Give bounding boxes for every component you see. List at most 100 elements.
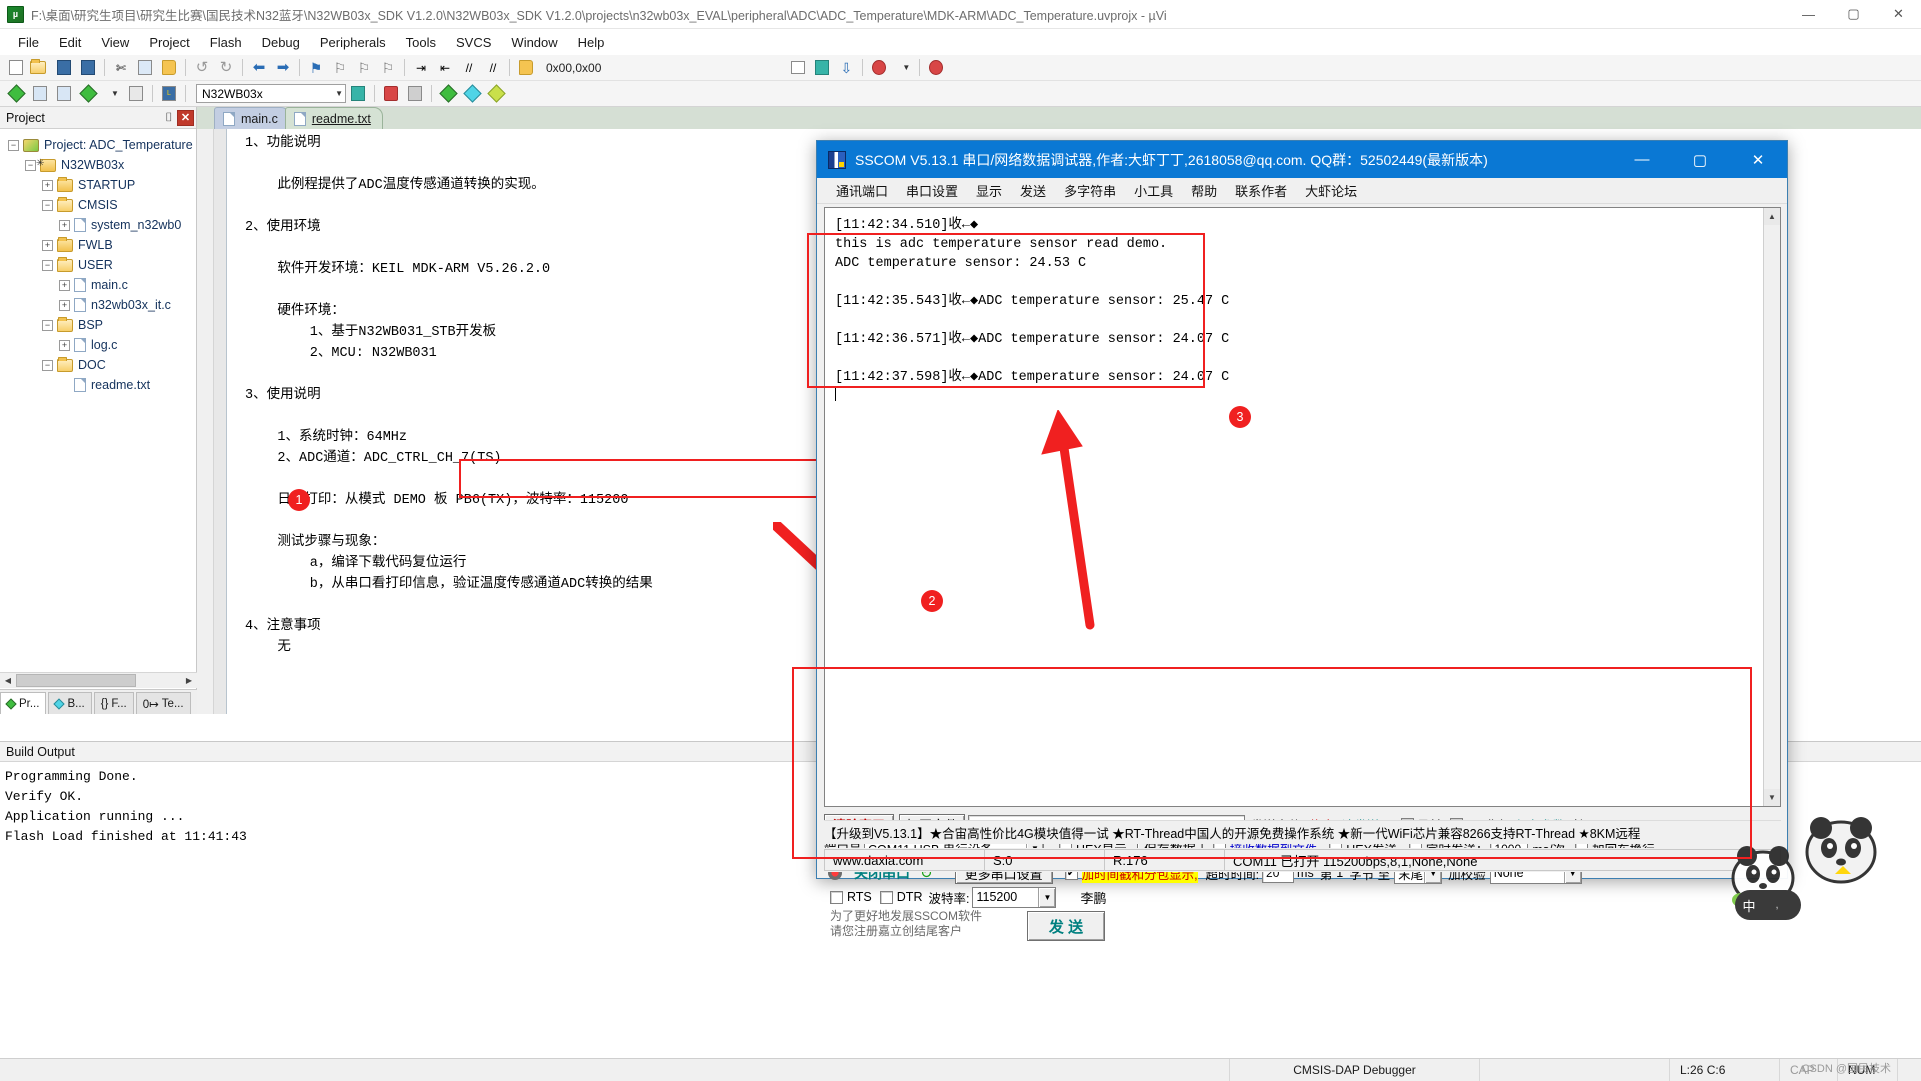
- keil-maximize-button[interactable]: ▢: [1831, 0, 1876, 29]
- sscom-menu-tools[interactable]: 小工具: [1125, 179, 1182, 202]
- tree-item[interactable]: + n32wb03x_it.c: [0, 295, 196, 315]
- scroll-right-icon[interactable]: ▶: [181, 673, 197, 688]
- uncomment-icon[interactable]: //: [482, 57, 504, 78]
- sscom-minimize-button[interactable]: —: [1613, 141, 1671, 178]
- sscom-menu-comm-port[interactable]: 通讯端口: [827, 179, 897, 202]
- new-file-icon[interactable]: [5, 57, 27, 78]
- baud-select[interactable]: 115200 ▼: [972, 886, 1057, 908]
- save-all-icon[interactable]: [77, 57, 99, 78]
- status-website[interactable]: www.daxia.com: [824, 849, 984, 871]
- debug-start-icon[interactable]: [868, 57, 890, 78]
- configure-icon[interactable]: [811, 57, 833, 78]
- menu-help[interactable]: Help: [568, 32, 615, 53]
- undo-icon[interactable]: ↺: [191, 57, 213, 78]
- debug-dropdown-icon[interactable]: ▼: [892, 57, 914, 78]
- collapse-icon[interactable]: −: [42, 319, 53, 331]
- expand-icon[interactable]: +: [59, 299, 70, 311]
- menu-debug[interactable]: Debug: [252, 32, 310, 53]
- expand-icon[interactable]: +: [42, 179, 53, 191]
- menu-file[interactable]: File: [8, 32, 49, 53]
- tree-item[interactable]: + FWLB: [0, 235, 196, 255]
- tree-item[interactable]: − Project: ADC_Temperature: [0, 135, 196, 155]
- panel-tab-templates[interactable]: 0↦ Te...: [135, 692, 191, 714]
- bookmark-prev-icon[interactable]: ⚐: [329, 57, 351, 78]
- sscom-terminal[interactable]: [11:42:34.510]收←◆ this is adc temperature…: [807, 207, 1781, 807]
- menu-peripherals[interactable]: Peripherals: [310, 32, 396, 53]
- rebuild-icon[interactable]: [53, 83, 75, 104]
- collapse-icon[interactable]: −: [8, 139, 19, 151]
- project-diamond-icon[interactable]: [437, 83, 459, 104]
- tree-item[interactable]: readme.txt: [0, 375, 196, 395]
- bookmark-toggle-icon[interactable]: ⚑: [305, 57, 327, 78]
- redo-icon[interactable]: ↻: [215, 57, 237, 78]
- scroll-thumb[interactable]: [16, 674, 136, 687]
- tree-item[interactable]: + system_n32wb0: [0, 215, 196, 235]
- sscom-menu-multi-string[interactable]: 多字符串: [1055, 179, 1125, 202]
- target-options-icon[interactable]: [347, 83, 369, 104]
- tree-item[interactable]: + log.c: [0, 335, 196, 355]
- batch-build-icon[interactable]: [77, 83, 99, 104]
- target-select[interactable]: N32WB03x ▼: [196, 84, 346, 103]
- breakpoint-icon[interactable]: [925, 57, 947, 78]
- sscom-menu-send[interactable]: 发送: [1011, 179, 1055, 202]
- editor-tab-main-c[interactable]: main.c: [214, 107, 290, 129]
- menu-edit[interactable]: Edit: [49, 32, 91, 53]
- close-icon[interactable]: ✕: [177, 109, 194, 126]
- project-horizontal-scrollbar[interactable]: ◀ ▶: [0, 672, 197, 688]
- dropdown-icon[interactable]: [787, 57, 809, 78]
- pin-icon[interactable]: ⌷: [161, 110, 177, 126]
- collapse-icon[interactable]: −: [42, 359, 53, 371]
- menu-tools[interactable]: Tools: [396, 32, 446, 53]
- panel-tab-project[interactable]: Pr...: [0, 692, 47, 714]
- memory-window-icon[interactable]: [515, 57, 537, 78]
- indent-icon[interactable]: ⇥: [410, 57, 432, 78]
- project-tree[interactable]: −Project: ADC_Temperature−N32WB03x+START…: [0, 129, 196, 689]
- collapse-icon[interactable]: −: [42, 259, 53, 271]
- chevron-down-icon[interactable]: ▼: [1038, 887, 1056, 907]
- sscom-terminal-scrollbar[interactable]: ▲ ▼: [1763, 208, 1780, 806]
- tree-item[interactable]: + main.c: [0, 275, 196, 295]
- menu-svcs[interactable]: SVCS: [446, 32, 501, 53]
- tree-item[interactable]: − BSP: [0, 315, 196, 335]
- menu-window[interactable]: Window: [501, 32, 567, 53]
- cut-icon[interactable]: ✄: [110, 57, 132, 78]
- ime-lang[interactable]: 中: [1735, 896, 1763, 915]
- sscom-menu-display[interactable]: 显示: [967, 179, 1011, 202]
- expand-icon[interactable]: +: [42, 239, 53, 251]
- scroll-left-icon[interactable]: ◀: [0, 673, 16, 688]
- functions-diamond-icon[interactable]: [485, 83, 507, 104]
- sscom-close-button[interactable]: ✕: [1729, 141, 1787, 178]
- collapse-icon[interactable]: −: [25, 159, 36, 171]
- paste-icon[interactable]: [158, 57, 180, 78]
- navigate-back-icon[interactable]: ⬅: [248, 57, 270, 78]
- sscom-menu-contact-author[interactable]: 联系作者: [1226, 179, 1296, 202]
- menu-view[interactable]: View: [91, 32, 139, 53]
- menu-flash[interactable]: Flash: [200, 32, 252, 53]
- download-icon[interactable]: ⇩: [835, 57, 857, 78]
- comment-icon[interactable]: //: [458, 57, 480, 78]
- tree-item[interactable]: − DOC: [0, 355, 196, 375]
- stop-build-icon[interactable]: [125, 83, 147, 104]
- keil-minimize-button[interactable]: —: [1786, 0, 1831, 29]
- copy-icon[interactable]: [134, 57, 156, 78]
- tree-item[interactable]: − N32WB03x: [0, 155, 196, 175]
- scroll-up-icon[interactable]: ▲: [1764, 208, 1780, 225]
- manage-components-icon[interactable]: [380, 83, 402, 104]
- pack-installer-icon[interactable]: [404, 83, 426, 104]
- sscom-menu-help[interactable]: 帮助: [1182, 179, 1226, 202]
- tree-item[interactable]: − USER: [0, 255, 196, 275]
- save-icon[interactable]: [53, 57, 75, 78]
- build-icon[interactable]: [29, 83, 51, 104]
- tree-item[interactable]: − CMSIS: [0, 195, 196, 215]
- bookmark-next-icon[interactable]: ⚐: [353, 57, 375, 78]
- menu-project[interactable]: Project: [139, 32, 199, 53]
- books-diamond-icon[interactable]: [461, 83, 483, 104]
- editor-tab-readme-txt[interactable]: readme.txt: [284, 107, 383, 129]
- expand-icon[interactable]: +: [59, 279, 70, 291]
- scroll-track[interactable]: [16, 673, 181, 688]
- collapse-icon[interactable]: −: [42, 199, 53, 211]
- translate-icon[interactable]: [5, 83, 27, 104]
- navigate-forward-icon[interactable]: ➡: [272, 57, 294, 78]
- outdent-icon[interactable]: ⇤: [434, 57, 456, 78]
- expand-icon[interactable]: +: [59, 219, 70, 231]
